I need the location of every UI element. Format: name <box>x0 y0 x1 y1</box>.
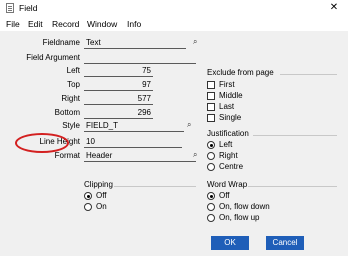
word-wrap-flow-down-radio[interactable] <box>207 203 215 211</box>
right-field[interactable]: 577 <box>84 94 153 105</box>
word-wrap-flow-up-radio[interactable] <box>207 214 215 222</box>
exclude-last-checkbox[interactable] <box>207 103 215 111</box>
clipping-on-radio[interactable] <box>84 203 92 211</box>
style-lookup-icon[interactable]: ⌕ <box>187 120 191 130</box>
fieldname-lookup-icon[interactable]: ⌕ <box>193 37 197 47</box>
exclude-single-option[interactable]: Single <box>207 113 241 123</box>
line-height-highlight-ellipse <box>15 133 69 153</box>
justification-divider <box>253 135 337 136</box>
ok-button[interactable]: OK <box>211 236 249 250</box>
clipping-on-option[interactable]: On <box>84 202 107 212</box>
document-icon <box>6 3 14 13</box>
word-wrap-flow-down-option[interactable]: On, flow down <box>207 202 270 212</box>
top-field[interactable]: 97 <box>84 80 153 91</box>
line-height-field[interactable]: 10 <box>84 137 182 148</box>
exclude-middle-checkbox[interactable] <box>207 92 215 100</box>
word-wrap-divider <box>248 186 337 187</box>
word-wrap-off-radio[interactable] <box>207 192 215 200</box>
cancel-button[interactable]: Cancel <box>266 236 304 250</box>
fieldname-field[interactable]: Text <box>84 38 186 49</box>
field-argument-field[interactable] <box>84 53 196 64</box>
left-field[interactable]: 75 <box>84 66 153 77</box>
format-lookup-icon[interactable]: ⌕ <box>193 150 197 160</box>
menu-record[interactable]: Record <box>52 19 79 29</box>
justification-left-radio[interactable] <box>207 141 215 149</box>
clipping-divider <box>114 186 196 187</box>
word-wrap-off-option[interactable]: Off <box>207 191 230 201</box>
top-label: Top <box>67 80 80 89</box>
menu-file[interactable]: File <box>6 19 20 29</box>
field-argument-label: Field Argument <box>26 53 80 62</box>
window-title: Field <box>19 3 38 13</box>
bottom-label: Bottom <box>54 108 80 117</box>
left-label: Left <box>66 66 80 75</box>
justification-right-radio[interactable] <box>207 152 215 160</box>
style-field[interactable]: FIELD_T <box>84 121 184 132</box>
fieldname-label: Fieldname <box>42 38 80 47</box>
word-wrap-flow-up-option[interactable]: On, flow up <box>207 213 259 223</box>
justification-centre-radio[interactable] <box>207 163 215 171</box>
justification-title: Justification <box>207 129 249 138</box>
menu-info[interactable]: Info <box>127 19 141 29</box>
exclude-from-page-title: Exclude from page <box>207 68 274 77</box>
clipping-off-radio[interactable] <box>84 192 92 200</box>
menu-bar: File Edit Record Window Info <box>0 16 348 31</box>
menu-window[interactable]: Window <box>87 19 117 29</box>
clipping-off-option[interactable]: Off <box>84 191 107 201</box>
exclude-single-checkbox[interactable] <box>207 114 215 122</box>
clipping-title: Clipping <box>84 180 113 189</box>
style-label: Style <box>62 121 80 130</box>
justification-right-option[interactable]: Right <box>207 151 238 161</box>
exclude-first-option[interactable]: First <box>207 80 235 90</box>
justification-left-option[interactable]: Left <box>207 140 232 150</box>
justification-centre-option[interactable]: Centre <box>207 162 243 172</box>
menu-edit[interactable]: Edit <box>28 19 43 29</box>
close-button[interactable]: ✕ <box>326 2 342 14</box>
bottom-field[interactable]: 296 <box>84 108 153 119</box>
title-bar: Field ✕ <box>0 0 348 16</box>
right-label: Right <box>61 94 80 103</box>
word-wrap-title: Word Wrap <box>207 180 248 189</box>
format-field[interactable]: Header <box>84 151 196 162</box>
exclude-middle-option[interactable]: Middle <box>207 91 243 101</box>
exclude-last-option[interactable]: Last <box>207 102 234 112</box>
format-label: Format <box>54 151 80 160</box>
exclude-first-checkbox[interactable] <box>207 81 215 89</box>
exclude-from-page-divider <box>280 74 337 75</box>
